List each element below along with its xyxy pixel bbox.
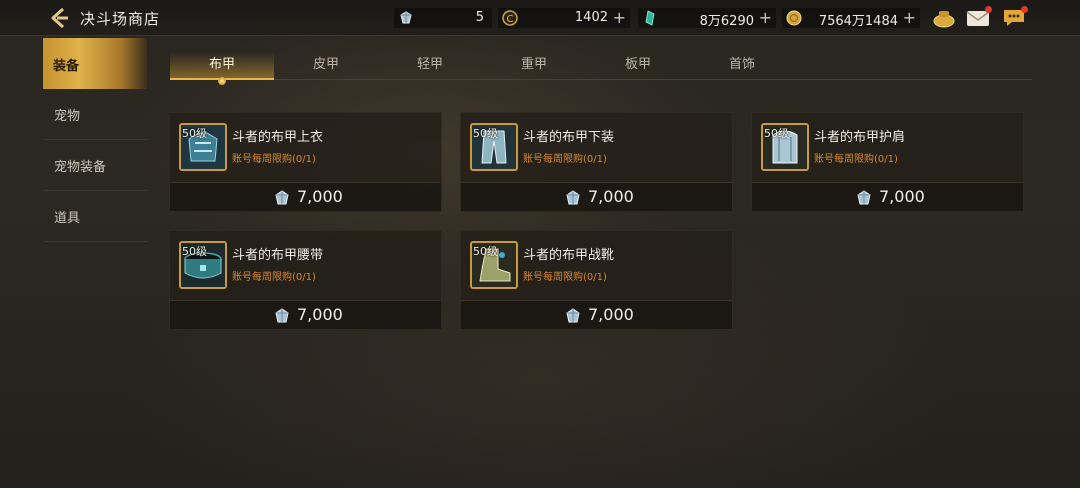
currency-gem: 5 [394, 8, 492, 28]
tab-light[interactable]: 轻甲 [378, 52, 482, 80]
tab-cloth[interactable]: 布甲 [170, 52, 274, 80]
tab-plate[interactable]: 板甲 [586, 52, 690, 80]
page-title: 决斗场商店 [80, 10, 161, 28]
item-info: 50级 斗者的布甲护肩 账号每周限购(0/1) [752, 113, 1023, 182]
purchase-limit: 账号每周限购(0/1) [523, 154, 607, 165]
category-sidebar: 装备 宠物 宠物装备 道具 [43, 38, 147, 242]
add-currency-button[interactable]: + [613, 8, 626, 28]
sidebar-item-items[interactable]: 道具 [43, 191, 147, 242]
back-button[interactable] [48, 7, 70, 29]
purchase-limit: 账号每周限购(0/1) [232, 272, 316, 283]
tab-leather[interactable]: 皮甲 [274, 52, 378, 80]
gem-currency-icon [275, 308, 289, 323]
item-info: 50级 斗者的布甲战靴 账号每周限购(0/1) [461, 231, 732, 300]
top-bar: 决斗场商店 5 C 1402 + 8万6290 + 7564万1484 + [0, 0, 1080, 36]
shop-item-card[interactable]: 50级 斗者的布甲腰带 账号每周限购(0/1) 7,000 [169, 230, 442, 330]
item-level-badge: 50级 [182, 245, 207, 258]
active-tab-indicator [218, 77, 226, 85]
shop-item-card[interactable]: 50级 斗者的布甲下装 账号每周限购(0/1) 7,000 [460, 112, 733, 212]
svg-text:C: C [507, 14, 514, 25]
add-currency-button[interactable]: + [903, 8, 916, 28]
currency-value: 1402 [574, 10, 608, 25]
buy-price-button[interactable]: 7,000 [170, 182, 441, 211]
notification-dot [985, 6, 992, 13]
item-thumbnail[interactable]: 50级 [470, 123, 518, 171]
item-name: 斗者的布甲上衣 [232, 130, 324, 145]
gold-coin-icon [786, 10, 802, 26]
tab-accessory[interactable]: 首饰 [690, 52, 794, 80]
item-price: 7,000 [879, 187, 925, 206]
item-price: 7,000 [588, 187, 634, 206]
coin-c-icon: C [502, 10, 518, 26]
gem-currency-icon [566, 190, 580, 205]
item-level-badge: 50级 [473, 245, 498, 258]
item-name: 斗者的布甲战靴 [523, 248, 615, 263]
treasure-bag-icon [933, 11, 955, 28]
item-thumbnail[interactable]: 50级 [179, 241, 227, 289]
item-level-badge: 50级 [473, 127, 498, 140]
gem-currency-icon [275, 190, 289, 205]
chat-button[interactable] [1002, 6, 1028, 28]
item-name: 斗者的布甲下装 [523, 130, 615, 145]
tab-heavy[interactable]: 重甲 [482, 52, 586, 80]
sidebar-item-pet[interactable]: 宠物 [43, 89, 147, 140]
sidebar-item-label: 道具 [54, 211, 81, 226]
gem-currency-icon [400, 11, 412, 24]
buy-price-button[interactable]: 7,000 [461, 300, 732, 329]
item-name: 斗者的布甲护肩 [814, 130, 906, 145]
treasure-bag-button[interactable] [932, 8, 956, 28]
add-currency-button[interactable]: + [759, 8, 772, 28]
item-name: 斗者的布甲腰带 [232, 248, 324, 263]
currency-c: C 1402 + [498, 8, 630, 28]
currency-gold: 7564万1484 + [782, 8, 920, 29]
purchase-limit: 账号每周限购(0/1) [232, 154, 316, 165]
sidebar-item-label: 宠物 [54, 109, 81, 124]
gem-currency-icon [566, 308, 580, 323]
shop-item-card[interactable]: 50级 斗者的布甲护肩 账号每周限购(0/1) 7,000 [751, 112, 1024, 212]
mail-button[interactable] [966, 6, 992, 28]
sidebar-item-label: 宠物装备 [54, 160, 107, 175]
item-thumbnail[interactable]: 50级 [470, 241, 518, 289]
back-arrow-icon [51, 7, 68, 29]
buy-price-button[interactable]: 7,000 [752, 182, 1023, 211]
item-level-badge: 50级 [182, 127, 207, 140]
purchase-limit: 账号每周限购(0/1) [523, 272, 607, 283]
currency-value: 5 [475, 10, 484, 25]
green-crystal-icon [645, 10, 655, 26]
currency-value: 7564万1484 [818, 14, 898, 29]
item-info: 50级 斗者的布甲下装 账号每周限购(0/1) [461, 113, 732, 182]
item-thumbnail[interactable]: 50级 [179, 123, 227, 171]
item-info: 50级 斗者的布甲上衣 账号每周限购(0/1) [170, 113, 441, 182]
buy-price-button[interactable]: 7,000 [170, 300, 441, 329]
buy-price-button[interactable]: 7,000 [461, 182, 732, 211]
sidebar-item-equipment[interactable]: 装备 [43, 38, 147, 89]
gem-currency-icon [857, 190, 871, 205]
armor-type-tabs: 布甲 皮甲 轻甲 重甲 板甲 首饰 [170, 52, 1032, 80]
item-thumbnail[interactable]: 50级 [761, 123, 809, 171]
item-price: 7,000 [297, 305, 343, 324]
shop-item-card[interactable]: 50级 斗者的布甲上衣 账号每周限购(0/1) 7,000 [169, 112, 442, 212]
item-price: 7,000 [588, 305, 634, 324]
notification-dot [1021, 6, 1028, 13]
item-level-badge: 50级 [764, 127, 789, 140]
currency-value: 8万6290 [699, 14, 754, 29]
currency-crystal: 8万6290 + [638, 8, 776, 29]
item-price: 7,000 [297, 187, 343, 206]
item-info: 50级 斗者的布甲腰带 账号每周限购(0/1) [170, 231, 441, 300]
sidebar-item-pet-equipment[interactable]: 宠物装备 [43, 140, 147, 191]
sidebar-item-label: 装备 [53, 59, 80, 74]
shop-item-card[interactable]: 50级 斗者的布甲战靴 账号每周限购(0/1) 7,000 [460, 230, 733, 330]
purchase-limit: 账号每周限购(0/1) [814, 154, 898, 165]
